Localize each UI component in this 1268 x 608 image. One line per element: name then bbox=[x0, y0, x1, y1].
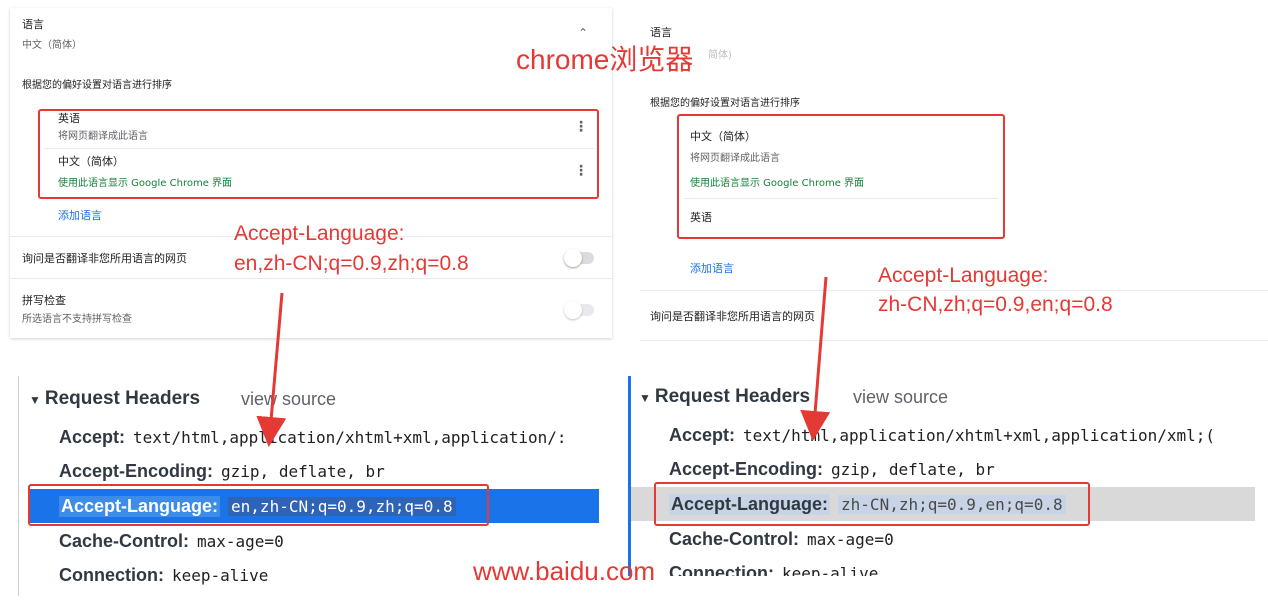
annotation-arrows bbox=[256, 276, 831, 447]
arrow-left bbox=[256, 292, 287, 447]
arrow-right bbox=[800, 276, 831, 441]
